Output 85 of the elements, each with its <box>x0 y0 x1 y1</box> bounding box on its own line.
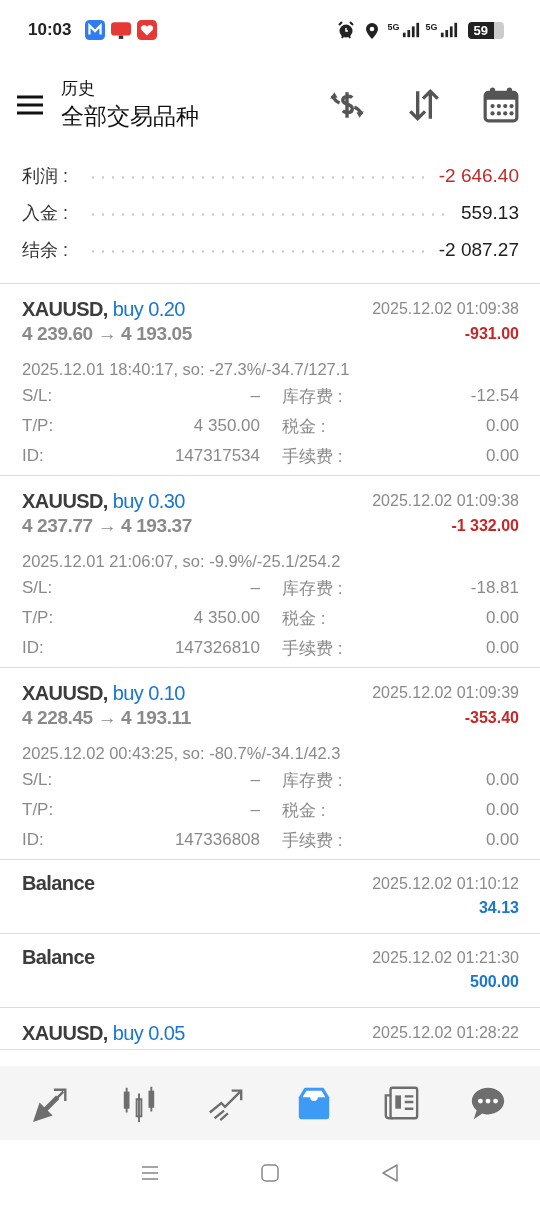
field-label: T/P: <box>22 416 55 436</box>
field-value: – <box>249 770 260 790</box>
field-value: 0.00 <box>484 770 519 790</box>
balance-item[interactable]: Balance 2025.12.02 01:21:30 500.00 <box>0 934 540 1008</box>
open-details: 2025.12.01 18:40:17, so: -27.3%/-34.7/127.1 <box>22 359 351 380</box>
deal-title: Balance <box>22 946 95 969</box>
deal-item[interactable]: XAUUSD, buy 0.20 2025.12.02 01:09:38 4 239.60 → 4 193.05 -931.00 2025.12.01 18:40:17, so: -27.3%/-34.7/127.1 S/L: – 库存费 : -12.54 T/P: 4 350.00 税金 : 0.00 ID: 147317534 手续费 : 0.00 <box>0 284 540 476</box>
close-time: 2025.12.02 01:09:38 <box>372 300 519 318</box>
balance-amount: 500.00 <box>470 972 519 992</box>
open-details: 2025.12.01 21:06:07, so: -9.9%/-25.1/254.2 <box>22 551 342 572</box>
deal-title: XAUUSD, buy 0.05 <box>22 1021 185 1045</box>
summary-value: 559.13 <box>460 201 519 224</box>
summary-label: 利润 : <box>22 164 68 188</box>
back-icon[interactable] <box>380 1163 400 1183</box>
summary-value: -2 087.27 <box>438 238 519 261</box>
field-label: 库存费 : <box>281 769 344 792</box>
field-value: 0.00 <box>484 800 519 820</box>
field-label: S/L: <box>22 386 54 406</box>
field-label: ID: <box>22 638 45 658</box>
field-label: S/L: <box>22 578 54 598</box>
field-value: 147317534 <box>173 446 260 466</box>
price-range: 4 237.77 → 4 193.37 <box>22 514 192 537</box>
deal-item[interactable]: XAUUSD, buy 0.10 2025.12.02 01:09:39 4 228.45 → 4 193.11 -353.40 2025.12.02 00:43:25, so: -80.7%/-34.1/42.3 S/L: – 库存费 : 0.00 T/P: – 税金 : 0.00 ID: 147336808 手续费 : 0.00 <box>0 668 540 860</box>
field-value: – <box>249 800 260 820</box>
field-value: -18.81 <box>469 578 519 598</box>
field-value: 0.00 <box>484 638 519 658</box>
field-value: 0.00 <box>484 446 519 466</box>
deal-time: 2025.12.02 01:10:12 <box>372 874 519 894</box>
field-value: 0.00 <box>484 608 519 628</box>
field-label: T/P: <box>22 608 55 628</box>
app-icon <box>111 20 132 40</box>
deal-item[interactable]: XAUUSD, buy 0.30 2025.12.02 01:09:38 4 237.77 → 4 193.37 -1 332.00 2025.12.01 21:06:07, so: -9.9%/-25.1/254.2 S/L: – 库存费 : -18.81 T/P: 4 350.00 税金 : 0.00 ID: 147326810 手续费 : 0.00 <box>0 476 540 668</box>
app-icon <box>85 20 106 40</box>
field-value: 0.00 <box>484 830 519 850</box>
deal-title: XAUUSD, buy 0.10 <box>22 681 185 705</box>
close-time: 2025.12.02 01:09:38 <box>372 492 519 510</box>
price-range: 4 228.45 → 4 193.11 <box>22 706 191 729</box>
field-value: 147326810 <box>173 638 260 658</box>
field-label: 税金 : <box>281 415 327 438</box>
field-value: 0.00 <box>484 416 519 436</box>
field-label: 库存费 : <box>281 577 344 600</box>
screen-subtitle: 历史 <box>61 78 96 100</box>
field-label: 库存费 : <box>281 385 344 408</box>
field-value: 4 350.00 <box>192 608 260 628</box>
summary-value: -2 646.40 <box>438 164 519 187</box>
close-time: 2025.12.02 01:28:22 <box>372 1024 519 1042</box>
field-label: ID: <box>22 830 45 850</box>
calendar-icon[interactable] <box>482 86 520 124</box>
balance-amount: 34.13 <box>478 898 519 918</box>
summary-label: 入金 : <box>22 201 68 225</box>
home-icon[interactable] <box>260 1163 280 1183</box>
profit-value: -353.40 <box>464 708 519 727</box>
deal-title: Balance <box>22 872 95 895</box>
field-value: 4 350.00 <box>192 416 260 436</box>
field-value: -12.54 <box>469 386 519 406</box>
deal-title: XAUUSD, buy 0.30 <box>22 489 185 513</box>
price-range: 4 239.60 → 4 193.05 <box>22 322 192 345</box>
field-value: 147336808 <box>173 830 260 850</box>
signal-icon <box>439 22 458 38</box>
field-label: S/L: <box>22 770 54 790</box>
field-label: ID: <box>22 446 45 466</box>
field-label: 手续费 : <box>281 637 344 660</box>
deal-title: XAUUSD, buy 0.20 <box>22 297 185 321</box>
menu-icon[interactable] <box>16 95 44 115</box>
clock-time: 10:03 <box>28 20 72 40</box>
open-details: 2025.12.02 00:43:25, so: -80.7%/-34.1/42.3 <box>22 743 342 764</box>
field-value: – <box>249 578 260 598</box>
screen-title[interactable]: 全部交易品种 <box>61 100 289 132</box>
field-label: T/P: <box>22 800 55 820</box>
profit-value: -1 332.00 <box>451 516 519 535</box>
network-label: 5G <box>425 22 438 32</box>
signal-icon <box>401 22 420 38</box>
field-value: – <box>249 386 260 406</box>
field-label: 手续费 : <box>281 829 344 852</box>
balance-item[interactable]: Balance 2025.12.02 01:10:12 34.13 <box>0 860 540 934</box>
field-label: 税金 : <box>281 799 327 822</box>
field-label: 手续费 : <box>281 445 344 468</box>
battery-indicator: 59 <box>467 21 504 39</box>
deal-item[interactable]: XAUUSD, buy 0.05 2025.12.02 01:28:22 <box>0 1008 540 1050</box>
profit-value: -931.00 <box>464 324 519 343</box>
deal-time: 2025.12.02 01:21:30 <box>372 948 519 968</box>
field-label: 税金 : <box>281 607 327 630</box>
close-time: 2025.12.02 01:09:39 <box>372 684 519 702</box>
network-label: 5G <box>387 22 400 32</box>
summary-label: 结余 : <box>22 238 68 262</box>
